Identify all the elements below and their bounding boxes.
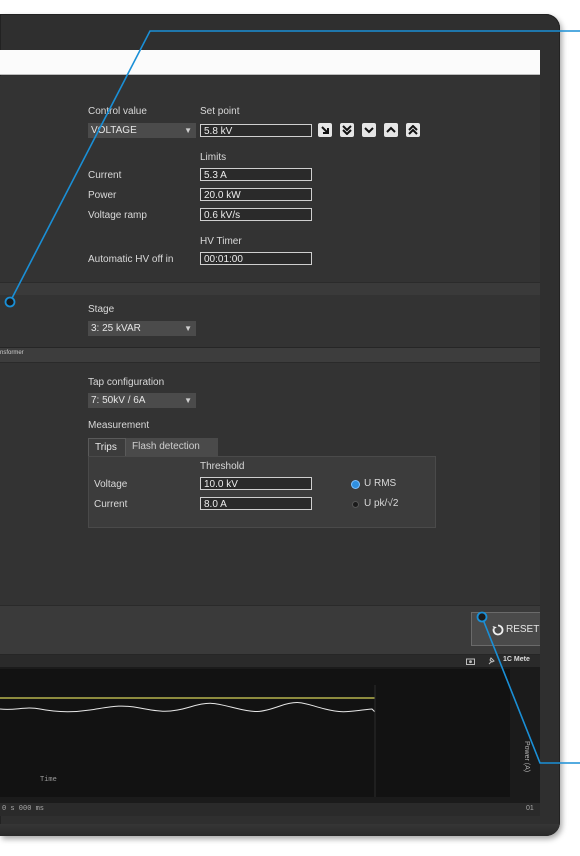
auto-hv-off-label: Automatic HV off in <box>88 254 174 265</box>
reset-button[interactable]: RESET <box>471 612 540 646</box>
time-axis-end: 01 <box>526 805 534 812</box>
radio-u-pk[interactable] <box>352 501 359 508</box>
time-axis-start: 0 s 000 ms <box>2 805 45 813</box>
tab-flash-detection[interactable]: Flash detection <box>126 438 218 456</box>
waveform-plot: Time <box>0 669 510 797</box>
tap-config-label: Tap configuration <box>88 377 165 388</box>
chart-footer: 0 s 000 ms 01 <box>0 803 540 816</box>
tap-config-select[interactable]: 7: 50kV / 6A ▼ <box>88 393 196 408</box>
limits-header: Limits <box>200 152 227 163</box>
waveform-svg: Time <box>0 685 376 797</box>
step-down-button[interactable] <box>362 123 376 137</box>
voltage-ramp-input[interactable]: 0.6 kV/s <box>200 208 312 221</box>
stage-label: Stage <box>88 304 115 315</box>
measurement-label: Measurement <box>88 420 150 431</box>
vertical-axis-label: Power (A) <box>523 741 530 773</box>
voltage-threshold-label: Voltage <box>94 479 128 490</box>
waveform-view: 1C Mete Time Power (A) 0 s 000 ms 01 <box>0 655 540 816</box>
pin-icon[interactable] <box>487 656 496 665</box>
frame-bezel <box>0 824 560 836</box>
voltage-ramp-label: Voltage ramp <box>88 210 147 221</box>
set-point-input[interactable]: 5.8 kV <box>200 124 312 137</box>
title-bar <box>0 50 540 75</box>
waveform-trace <box>0 702 376 713</box>
power-limit-input[interactable]: 20.0 kW <box>200 188 312 201</box>
transformer-section-header: nsformer <box>0 348 540 363</box>
current-limit-input[interactable]: 5.3 A <box>200 168 312 181</box>
double-chevron-down-icon <box>342 125 352 135</box>
chevron-down-icon <box>364 127 374 134</box>
chart-toolbar: 1C Mete <box>0 655 540 667</box>
chevron-down-icon: ▼ <box>184 324 192 333</box>
action-bar <box>0 605 540 654</box>
arrow-down-right-icon <box>321 126 329 134</box>
auto-hv-off-input[interactable]: 00:01:00 <box>200 252 312 265</box>
stage-panel <box>0 295 540 347</box>
radio-u-rms-label: U RMS <box>364 478 397 489</box>
stage-value: 3: 25 kVAR <box>91 323 141 334</box>
double-chevron-up-icon <box>408 125 418 135</box>
step-up-double-button[interactable] <box>406 123 420 137</box>
radio-u-rms[interactable] <box>352 481 359 488</box>
transformer-section-label: nsformer <box>0 350 24 356</box>
tap-config-value: 7: 50kV / 6A <box>91 395 146 406</box>
power-limit-label: Power <box>88 190 117 201</box>
control-value-text: VOLTAGE <box>91 125 137 136</box>
current-threshold-label: Current <box>94 499 128 510</box>
hv-timer-header: HV Timer <box>200 236 242 247</box>
step-down-double-button[interactable] <box>340 123 354 137</box>
current-threshold-input[interactable]: 8.0 A <box>200 497 312 510</box>
current-limit-label: Current <box>88 170 122 181</box>
set-point-label: Set point <box>200 106 240 117</box>
step-up-button[interactable] <box>384 123 398 137</box>
stage-select[interactable]: 3: 25 kVAR ▼ <box>88 321 196 336</box>
radio-u-pk-label: U pk/√2 <box>364 498 399 509</box>
camera-icon[interactable] <box>466 657 475 665</box>
measurement-trips-panel <box>88 456 436 528</box>
chart-title: 1C Mete <box>503 656 530 663</box>
chevron-up-icon <box>386 126 396 133</box>
chevron-down-icon: ▼ <box>184 396 192 405</box>
control-value-select[interactable]: VOLTAGE ▼ <box>88 123 196 138</box>
reset-icon <box>492 624 504 636</box>
threshold-header: Threshold <box>200 461 245 472</box>
time-axis-label: Time <box>40 776 57 784</box>
tab-trips[interactable]: Trips <box>88 438 126 456</box>
chevron-down-icon: ▼ <box>184 126 192 135</box>
stage-divider <box>0 282 540 296</box>
step-down-small-button[interactable] <box>318 123 332 137</box>
voltage-threshold-input[interactable]: 10.0 kV <box>200 477 312 490</box>
app-area: Control value VOLTAGE ▼ Set point 5.8 kV… <box>0 76 540 816</box>
control-value-label: Control value <box>88 106 147 117</box>
reset-label: RESET <box>506 624 540 635</box>
device-frame: Control value VOLTAGE ▼ Set point 5.8 kV… <box>0 14 560 836</box>
